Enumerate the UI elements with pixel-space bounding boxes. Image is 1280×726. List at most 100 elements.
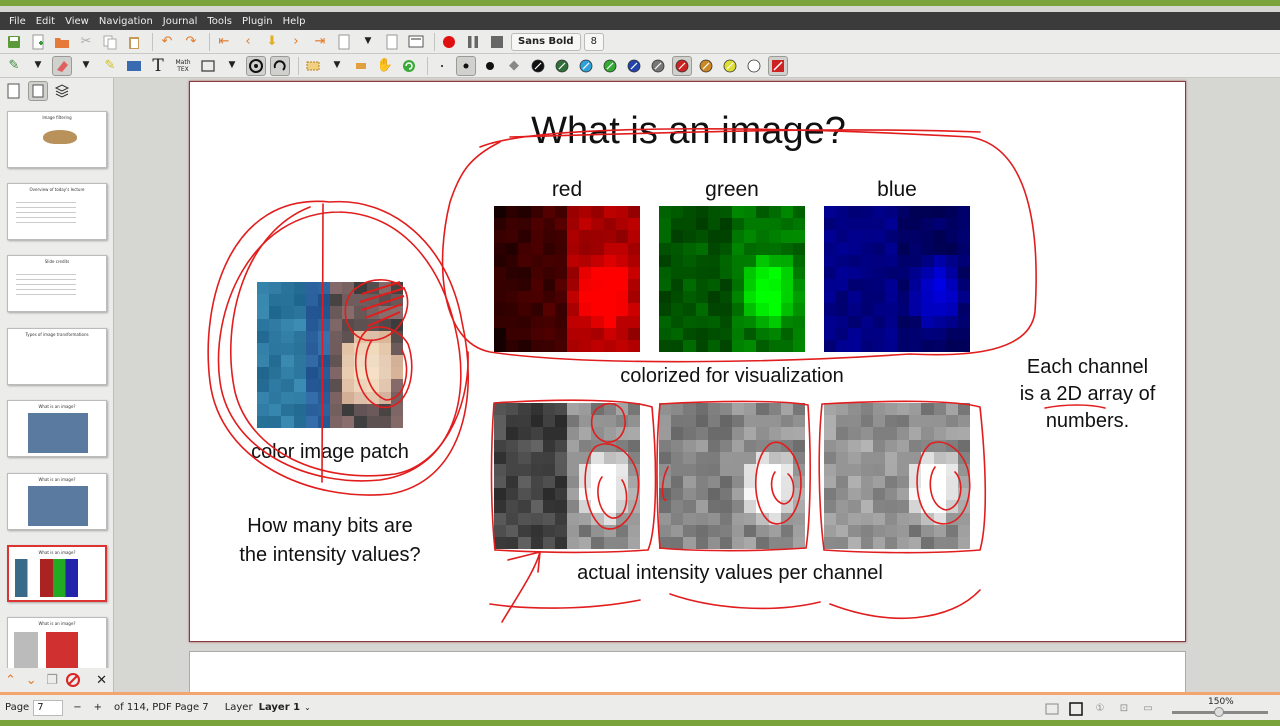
open-folder-icon[interactable]: [52, 32, 72, 52]
red-ink-annotations: [207, 128, 1106, 623]
pen-color-swatch[interactable]: [600, 56, 620, 76]
chevron-down-icon[interactable]: ▼: [327, 56, 347, 76]
presentation-icon[interactable]: [406, 32, 426, 52]
font-size-selector[interactable]: 8: [583, 32, 604, 51]
menu-plugin[interactable]: Plugin: [237, 16, 278, 27]
pause-icon[interactable]: [463, 32, 483, 52]
save-icon[interactable]: [4, 32, 24, 52]
cut-icon[interactable]: ✂: [76, 32, 96, 52]
layer-list-icon[interactable]: [52, 81, 72, 101]
first-page-icon[interactable]: ⇤: [214, 32, 234, 52]
undo-icon[interactable]: ↶: [157, 32, 177, 52]
menu-help[interactable]: Help: [278, 16, 311, 27]
ink-gray1-box: [490, 399, 657, 554]
page-preview-icon[interactable]: [4, 81, 24, 101]
eraser-icon[interactable]: [52, 55, 72, 76]
highlighter-icon[interactable]: ✎: [100, 56, 120, 76]
stop-icon[interactable]: [487, 32, 507, 52]
xournal-window: File Edit View Navigation Journal Tools Plugin…: [0, 0, 1280, 726]
vertical-space-icon[interactable]: [351, 56, 371, 76]
page-label: Page: [5, 702, 30, 713]
layer-selector[interactable]: Layer 1: [259, 702, 300, 713]
pen-color-swatch[interactable]: [576, 56, 596, 76]
page-thumbnail[interactable]: What is an image?: [7, 473, 107, 530]
menu-view[interactable]: View: [60, 16, 94, 27]
pen-color-swatch[interactable]: [720, 56, 740, 76]
zoom-slider-handle[interactable]: [1214, 707, 1224, 717]
close-sidebar-icon[interactable]: ✕: [93, 670, 110, 690]
ink-gray3-circle: [916, 441, 971, 525]
chevron-down-icon[interactable]: ▼: [358, 32, 378, 52]
page-decrement-button[interactable]: −: [73, 702, 81, 713]
slide-page[interactable]: What is an image? red green blue coloriz…: [189, 81, 1186, 642]
chevron-down-icon[interactable]: ▼: [28, 56, 48, 76]
document-canvas[interactable]: What is an image? red green blue coloriz…: [115, 78, 1280, 692]
rectangle-icon[interactable]: [198, 56, 218, 76]
insert-page-icon[interactable]: [334, 32, 354, 52]
page-increment-button[interactable]: +: [94, 702, 102, 713]
delete-page-icon[interactable]: [64, 670, 81, 690]
pen-color-swatch[interactable]: [552, 56, 572, 76]
ink-circle-around-patch-3: [229, 206, 469, 477]
text-tool-icon[interactable]: T: [148, 56, 168, 76]
page-thumbnail[interactable]: Overview of today's lecture: [7, 183, 107, 240]
continuous-view-icon[interactable]: [1066, 699, 1086, 719]
shape-recognizer-icon[interactable]: [270, 55, 290, 76]
hand-icon[interactable]: ✋: [375, 56, 395, 76]
pen-color-swatch[interactable]: [624, 56, 644, 76]
page-thumbnail[interactable]: What is an image?: [7, 545, 107, 602]
pen-color-swatch[interactable]: [696, 56, 716, 76]
layout-icon[interactable]: [1042, 699, 1062, 719]
next-page-icon[interactable]: ›: [286, 32, 306, 52]
font-selector[interactable]: Sans Bold: [511, 32, 581, 51]
zoom-width-icon[interactable]: ▭: [1138, 699, 1158, 719]
refresh-icon[interactable]: [399, 56, 419, 76]
next-slide-page[interactable]: [189, 651, 1186, 692]
zoom-page-icon[interactable]: ⊡: [1114, 699, 1134, 719]
pen-color-swatch[interactable]: [744, 56, 764, 76]
redo-icon[interactable]: ↷: [181, 32, 201, 52]
new-document-icon[interactable]: [28, 32, 48, 52]
pen-icon[interactable]: ✎: [4, 56, 24, 76]
image-icon[interactable]: [124, 56, 144, 76]
menu-edit[interactable]: Edit: [31, 16, 60, 27]
pen-color-swatch[interactable]: [648, 56, 668, 76]
mathtex-icon[interactable]: Math TEX: [172, 56, 194, 76]
fill-icon[interactable]: ◆: [504, 56, 524, 76]
zoom-fit-icon[interactable]: ①: [1090, 699, 1110, 719]
chevron-down-icon[interactable]: ▼: [76, 56, 96, 76]
page-thumbnail[interactable]: Slide credits: [7, 255, 107, 312]
pen-color-swatch[interactable]: [672, 55, 692, 76]
copy-page-icon[interactable]: ❐: [44, 670, 61, 690]
chevron-down-icon[interactable]: ⌄: [304, 703, 311, 712]
delete-page-icon[interactable]: [382, 32, 402, 52]
move-page-up-icon[interactable]: ⌃: [2, 670, 19, 690]
menu-file[interactable]: File: [4, 16, 31, 27]
ruler-icon[interactable]: [246, 55, 266, 76]
pen-color-swatch[interactable]: [528, 56, 548, 76]
menu-journal[interactable]: Journal: [158, 16, 203, 27]
page-thumbnail[interactable]: What is an image?: [7, 617, 107, 674]
medium-thickness-icon[interactable]: [456, 55, 476, 76]
copy-icon[interactable]: [100, 32, 120, 52]
chevron-down-icon[interactable]: ▼: [222, 56, 242, 76]
page-thumbnail[interactable]: Types of image transformations: [7, 328, 107, 385]
status-bar: Page 7 − + of 114, PDF Page 7 Layer Laye…: [0, 692, 1280, 720]
paste-icon[interactable]: [124, 32, 144, 52]
move-page-down-icon[interactable]: ⌄: [23, 670, 40, 690]
page-list-icon[interactable]: [28, 81, 48, 101]
thumbnail-title: What is an image?: [38, 550, 76, 555]
page-thumbnail[interactable]: Image filtering: [7, 111, 107, 168]
menu-navigation[interactable]: Navigation: [94, 16, 158, 27]
page-thumbnail[interactable]: What is an image?: [7, 400, 107, 457]
custom-color-icon[interactable]: [768, 55, 788, 76]
goto-page-icon[interactable]: ⬇: [262, 32, 282, 52]
last-page-icon[interactable]: ⇥: [310, 32, 330, 52]
record-icon[interactable]: [439, 32, 459, 52]
thick-thickness-icon[interactable]: [480, 56, 500, 76]
menu-tools[interactable]: Tools: [202, 16, 237, 27]
page-number-input[interactable]: 7: [33, 699, 64, 716]
select-rectangle-icon[interactable]: [303, 56, 323, 76]
fine-thickness-icon[interactable]: [432, 56, 452, 76]
previous-page-icon[interactable]: ‹: [238, 32, 258, 52]
